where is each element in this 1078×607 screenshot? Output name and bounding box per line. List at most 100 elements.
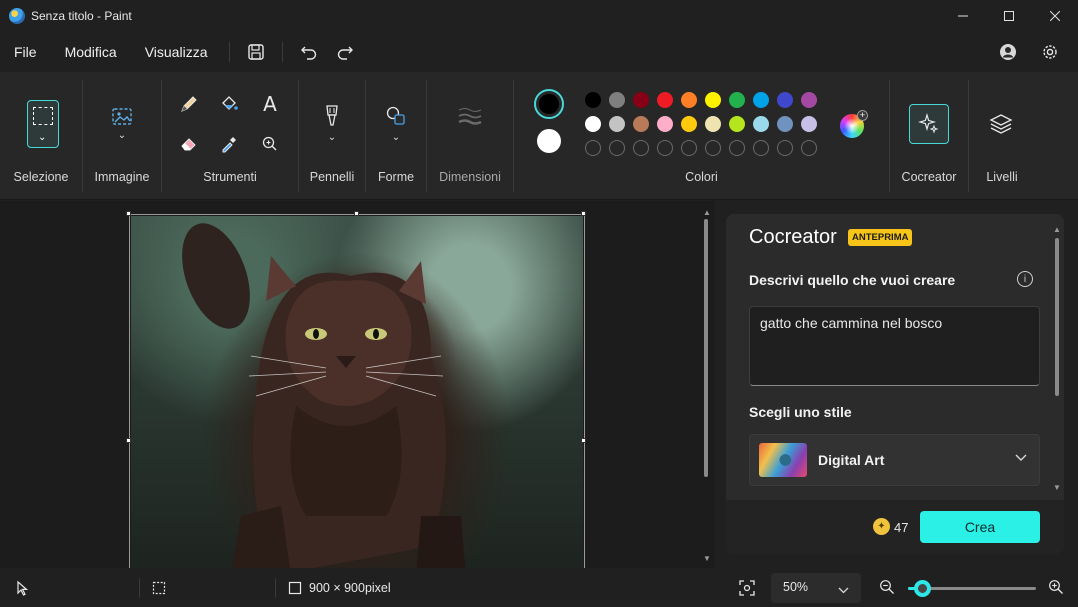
color-swatch[interactable]	[753, 116, 769, 132]
color-swatch[interactable]	[801, 116, 817, 132]
layers-button[interactable]	[987, 110, 1015, 138]
custom-color-slot[interactable]	[801, 140, 817, 156]
zoom-out-button[interactable]	[879, 579, 895, 598]
color-swatch[interactable]	[729, 92, 745, 108]
color-swatch[interactable]	[657, 92, 673, 108]
size-button[interactable]	[456, 102, 484, 130]
custom-color-slot[interactable]	[681, 140, 697, 156]
panel-scroll-thumb[interactable]	[1055, 238, 1059, 396]
selection-tool-button[interactable]: ⌄	[27, 100, 59, 148]
magnifier-tool[interactable]	[256, 130, 284, 158]
scroll-down-arrow-icon[interactable]: ▼	[703, 555, 711, 563]
chevron-down-icon[interactable]: ⌄	[108, 128, 136, 142]
info-icon[interactable]: i	[1017, 271, 1033, 287]
color-swatch[interactable]	[705, 116, 721, 132]
primary-color-button[interactable]	[534, 89, 564, 119]
color-wheel-icon	[844, 118, 860, 134]
color-swatch[interactable]	[681, 116, 697, 132]
scroll-down-arrow-icon[interactable]: ▼	[1053, 484, 1061, 492]
create-button[interactable]: Crea	[920, 511, 1040, 543]
color-swatch[interactable]	[609, 92, 625, 108]
zoom-slider-thumb[interactable]	[914, 580, 932, 597]
undo-button[interactable]	[291, 36, 327, 68]
color-swatch[interactable]	[585, 92, 601, 108]
custom-color-slot[interactable]	[657, 140, 673, 156]
color-swatch[interactable]	[777, 116, 793, 132]
chevron-down-icon	[838, 582, 849, 597]
color-picker-tool[interactable]	[215, 130, 243, 158]
brushes-button[interactable]	[318, 102, 346, 130]
panel-scrollbar[interactable]: ▲ ▼	[1053, 226, 1061, 496]
custom-color-slot[interactable]	[729, 140, 745, 156]
custom-color-slot[interactable]	[777, 140, 793, 156]
secondary-color-button[interactable]	[537, 129, 561, 153]
fit-screen-icon	[739, 580, 755, 596]
settings-button[interactable]	[1032, 36, 1068, 68]
custom-color-slot[interactable]	[705, 140, 721, 156]
chevron-down-icon[interactable]: ⌄	[382, 130, 410, 144]
resize-handle[interactable]	[354, 211, 359, 216]
color-swatch[interactable]	[753, 92, 769, 108]
zoom-dropdown[interactable]: 50%	[771, 573, 861, 603]
resize-handle[interactable]	[581, 211, 586, 216]
colors-label: Colori	[685, 170, 718, 184]
style-dropdown[interactable]: Digital Art	[749, 434, 1040, 486]
custom-color-slot[interactable]	[753, 140, 769, 156]
color-swatch[interactable]	[729, 116, 745, 132]
describe-label: Descrivi quello che vuoi creare	[749, 272, 956, 288]
pencil-tool[interactable]	[175, 90, 203, 118]
redo-button[interactable]	[327, 36, 363, 68]
edit-colors-button[interactable]: +	[840, 110, 868, 138]
resize-handle[interactable]	[126, 438, 131, 443]
color-swatch[interactable]	[801, 92, 817, 108]
color-swatch[interactable]	[705, 92, 721, 108]
color-swatch[interactable]	[633, 92, 649, 108]
paint-app-icon	[9, 8, 25, 24]
cocreator-group: Cocreator	[890, 72, 968, 200]
canvas-selection-border	[129, 214, 585, 568]
color-swatch[interactable]	[657, 116, 673, 132]
minimize-button[interactable]	[940, 0, 986, 32]
image-tool-button[interactable]	[108, 102, 136, 130]
color-swatch[interactable]	[681, 92, 697, 108]
chevron-down-icon[interactable]: ⌄	[318, 130, 346, 144]
close-button[interactable]	[1032, 0, 1078, 32]
menu-edit[interactable]: Modifica	[51, 36, 131, 68]
color-swatch[interactable]	[777, 92, 793, 108]
shapes-button[interactable]	[382, 102, 410, 130]
cocreator-button[interactable]	[909, 104, 949, 144]
maximize-button[interactable]	[986, 0, 1032, 32]
eraser-icon	[181, 138, 196, 151]
zoom-in-icon	[262, 136, 277, 151]
save-button[interactable]	[238, 36, 274, 68]
custom-color-slot[interactable]	[609, 140, 625, 156]
pointer-position-button[interactable]	[16, 580, 30, 599]
canvas-scroll-thumb[interactable]	[704, 219, 708, 477]
credits-icon: ✦	[873, 518, 890, 535]
fill-tool[interactable]	[215, 90, 243, 118]
scroll-up-arrow-icon[interactable]: ▲	[1053, 226, 1061, 234]
image-label: Immagine	[94, 170, 150, 184]
resize-handle[interactable]	[126, 211, 131, 216]
custom-color-slot[interactable]	[633, 140, 649, 156]
account-icon	[1000, 44, 1016, 60]
fit-to-window-button[interactable]	[738, 579, 756, 600]
canvas-vertical-scrollbar[interactable]: ▲ ▼	[703, 209, 711, 568]
menu-file[interactable]: File	[0, 36, 51, 68]
account-button[interactable]	[990, 36, 1026, 68]
prompt-input[interactable]: gatto che cammina nel bosco	[749, 306, 1040, 386]
color-swatch[interactable]	[609, 116, 625, 132]
image-group: ⌄ Immagine	[83, 72, 161, 200]
scroll-up-arrow-icon[interactable]: ▲	[703, 209, 711, 217]
canvas-area[interactable]: ▲ ▼	[0, 201, 715, 568]
resize-handle[interactable]	[581, 438, 586, 443]
zoom-in-button[interactable]	[1048, 579, 1064, 598]
menu-view[interactable]: Visualizza	[131, 36, 222, 68]
custom-color-slot[interactable]	[585, 140, 601, 156]
status-separator	[275, 578, 276, 598]
selection-size-button[interactable]	[152, 581, 166, 598]
eraser-tool[interactable]	[175, 130, 203, 158]
color-swatch[interactable]	[585, 116, 601, 132]
color-swatch[interactable]	[633, 116, 649, 132]
text-tool[interactable]: A	[256, 90, 284, 118]
